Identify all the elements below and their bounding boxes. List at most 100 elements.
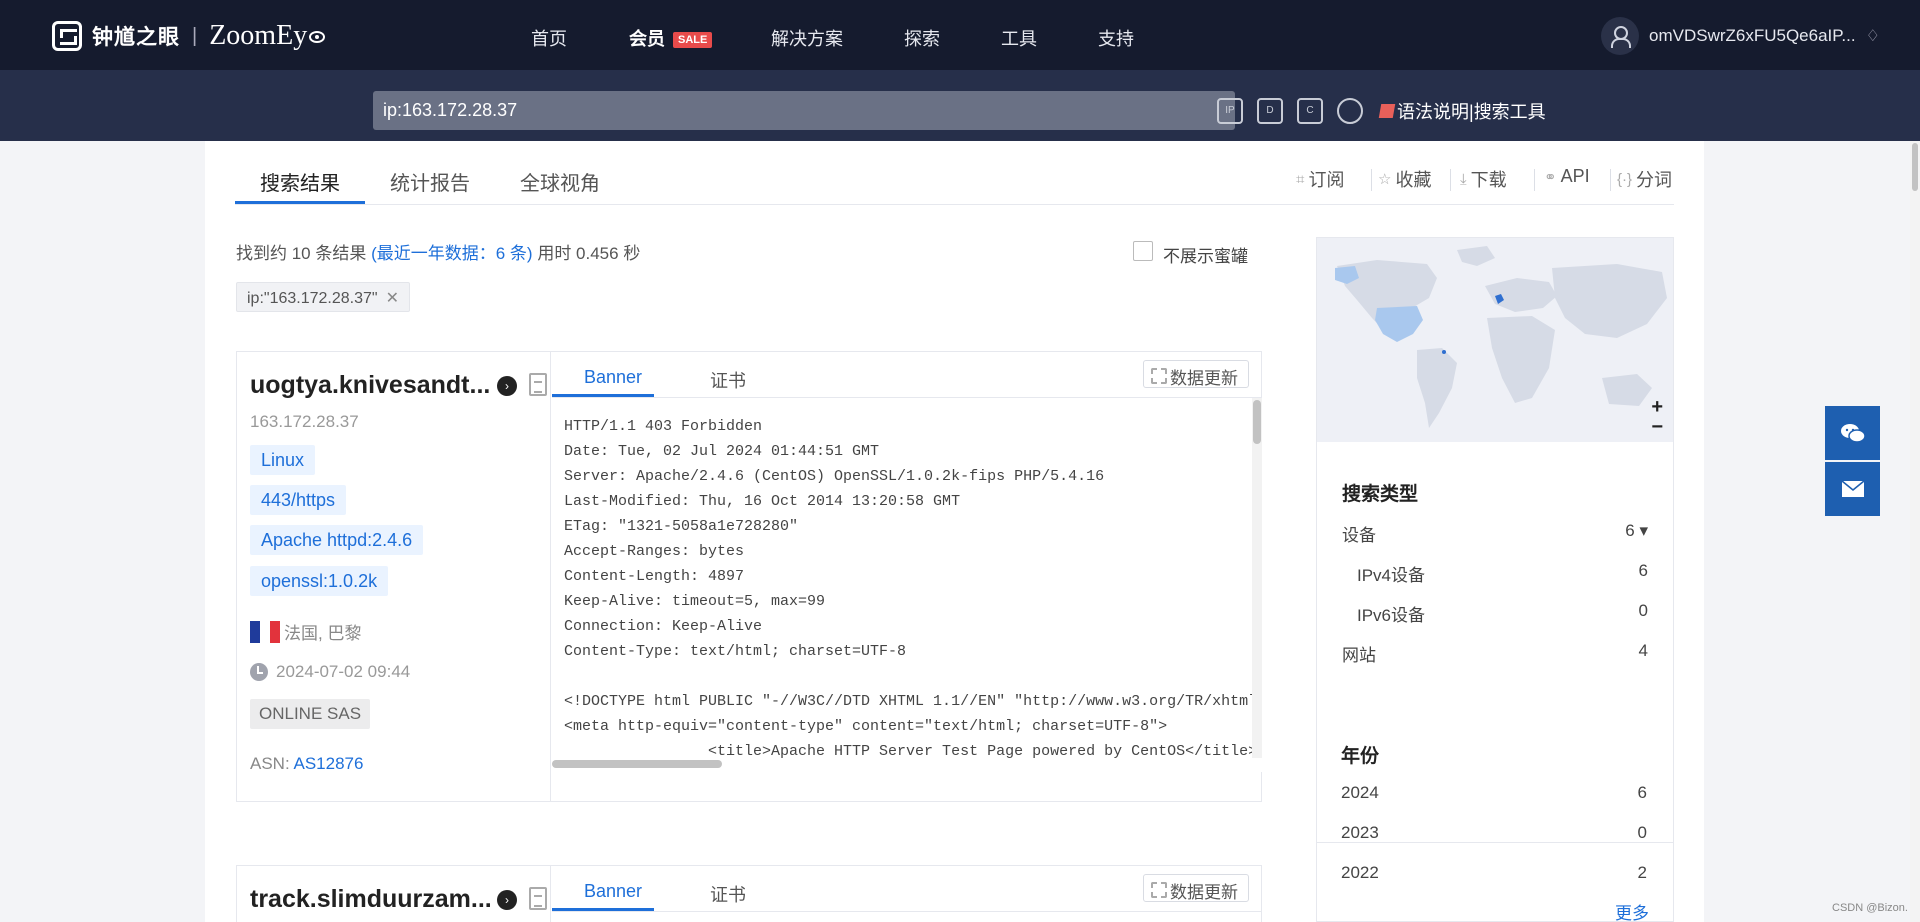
result-host[interactable]: uogtya.knivesandt... [250,371,490,400]
braces-icon: {·} [1617,170,1633,188]
logo-separator: | [192,24,198,47]
tokenize-label: 分词 [1636,170,1673,190]
tag-service[interactable]: Apache httpd:2.4.6 [250,525,424,555]
search-type-ipv6[interactable]: IPv6设备 0 [1357,601,1648,626]
eye-icon [309,31,326,43]
tag-os[interactable]: Linux [250,445,316,475]
result-host[interactable]: track.slimduurzam... [250,885,492,914]
filter-label: IPv6设备 [1357,606,1426,625]
wechat-button[interactable] [1825,406,1880,460]
org-badge[interactable]: ONLINE SAS [250,699,371,729]
hide-honeypot-checkbox[interactable] [1133,241,1153,261]
search-type-website[interactable]: 网站 4 [1342,641,1648,666]
avatar [1601,17,1639,55]
result-summary: 找到约 10 条结果 (最近一年数据：6 条) 用时 0.456 秒 [236,239,640,264]
france-flag-icon [250,620,280,643]
result-card: uogtya.knivesandt... › 163.172.28.37 Lin… [236,351,1262,802]
result-count: 找到约 10 条结果 [236,244,367,263]
location-text: 法国, 巴黎 [284,624,362,643]
user-menu[interactable]: omVDSwrZ6xFU5Qe6aIP... ♢ [1601,17,1880,55]
result-info: track.slimduurzam... › [237,866,551,922]
document-icon[interactable] [529,373,547,396]
email-button[interactable] [1825,462,1880,516]
asn-info: ASN: AS12876 [250,754,363,774]
main-content: 搜索结果 统计报告 全球视角 ⌗ 订阅 ☆ 收藏 ⤓ 下载 ⚭ API {·} 分词 找到… [205,141,1704,922]
subscribe-button[interactable]: ⌗ 订阅 [1296,166,1344,192]
page-scrollbar[interactable] [1910,141,1920,922]
hide-honeypot-label: 不展示蜜罐 [1163,247,1248,266]
search-input[interactable]: ip:163.172.28.37 [373,91,1235,130]
tab-banner[interactable]: Banner [584,367,642,388]
data-update-button[interactable]: 数据更新 [1143,360,1249,388]
action-divider [1450,169,1451,191]
filter-label: 设备 [1342,526,1376,545]
sale-badge: SALE [673,32,713,48]
username: omVDSwrZ6xFU5Qe6aIP... [1649,26,1856,45]
action-divider [1534,169,1535,191]
nav-home[interactable]: 首页 [531,25,567,51]
grammar-link[interactable]: 语法说明 [1397,102,1469,122]
logo-en: ZoomEy [209,20,308,51]
asn-link[interactable]: AS12876 [293,754,363,773]
logo[interactable]: 钟馗之眼 | ZoomEy [52,20,326,52]
nav-solutions[interactable]: 解决方案 [771,25,843,51]
scroll-thumb[interactable] [1912,143,1918,191]
filter-count: 0 [1637,823,1647,842]
search-type-title: 搜索类型 [1342,484,1419,505]
nav-tools[interactable]: 工具 [1001,25,1037,51]
top-navbar: 钟馗之眼 | ZoomEy 首页 会员 SALE 解决方案 探索 工具 支持 om… [0,0,1920,70]
world-map[interactable]: + − [1317,238,1673,442]
tab-global-view[interactable]: 全球视角 [520,167,600,196]
tab-banner[interactable]: Banner [584,881,642,902]
chevron-right-icon[interactable]: › [497,376,517,396]
api-label: API [1560,166,1590,186]
tabs-divider [235,204,1674,205]
tag-component[interactable]: openssl:1.0.2k [250,566,389,596]
banner-horizontal-scrollbar[interactable] [552,760,722,768]
more-years-link[interactable]: 更多 [1615,899,1649,922]
zoom-out-button[interactable]: − [1651,416,1663,439]
cert-search-icon[interactable]: C [1297,98,1323,124]
banner-text: HTTP/1.1 403 Forbidden Date: Tue, 02 Jul… [564,418,1258,760]
api-button[interactable]: ⚭ API [1544,166,1590,187]
tab-certificate[interactable]: 证书 [710,367,746,393]
tab-certificate[interactable]: 证书 [710,881,746,907]
year-2022[interactable]: 2022 2 [1341,863,1647,883]
search-icon[interactable] [1337,98,1363,124]
filter-count: 2 [1637,863,1647,882]
download-label: 下载 [1470,170,1507,190]
tag-port[interactable]: 443/https [250,485,347,515]
tab-statistics[interactable]: 统计报告 [390,167,470,196]
nav-membership[interactable]: 会员 SALE [629,25,713,51]
nav-support[interactable]: 支持 [1098,25,1134,51]
filter-count: 6 [1638,561,1648,580]
recent-year-link[interactable]: (最近一年数据：6 条) [371,244,533,263]
filter-chip-label: ip:"163.172.28.37" [247,290,378,307]
nav-explore[interactable]: 探索 [904,25,940,51]
search-bar: ip:163.172.28.37 IP D C 语法说明|搜索工具 [0,70,1920,141]
search-links: 语法说明|搜索工具 [1378,98,1546,124]
chevron-right-icon[interactable]: › [497,890,517,910]
elapsed-time: 用时 0.456 秒 [537,244,641,263]
ip-search-icon[interactable]: IP [1217,98,1243,124]
search-type-device[interactable]: 设备 6 ▾ [1342,521,1648,546]
tokenize-button[interactable]: {·} 分词 [1617,166,1672,192]
favorite-button[interactable]: ☆ 收藏 [1378,166,1431,192]
year-2023[interactable]: 2023 0 [1341,823,1647,843]
download-button[interactable]: ⤓ 下载 [1460,166,1507,192]
data-update-button[interactable]: 数据更新 [1143,874,1249,902]
result-ip: 163.172.28.37 [250,412,359,431]
domain-search-icon[interactable]: D [1257,98,1283,124]
filter-count: 4 [1638,641,1648,660]
search-tools-link[interactable]: 搜索工具 [1474,102,1546,122]
search-type-ipv4[interactable]: IPv4设备 6 [1357,561,1648,586]
scroll-thumb[interactable] [1253,400,1261,444]
subscribe-label: 订阅 [1308,170,1345,190]
banner-vertical-scrollbar[interactable] [1252,398,1262,758]
year-title: 年份 [1341,746,1380,767]
document-icon[interactable] [529,887,547,910]
tab-search-results[interactable]: 搜索结果 [260,167,340,196]
year-2024[interactable]: 2024 6 [1341,783,1647,803]
close-icon[interactable]: ✕ [386,290,399,307]
nav-membership-label: 会员 [629,29,665,49]
